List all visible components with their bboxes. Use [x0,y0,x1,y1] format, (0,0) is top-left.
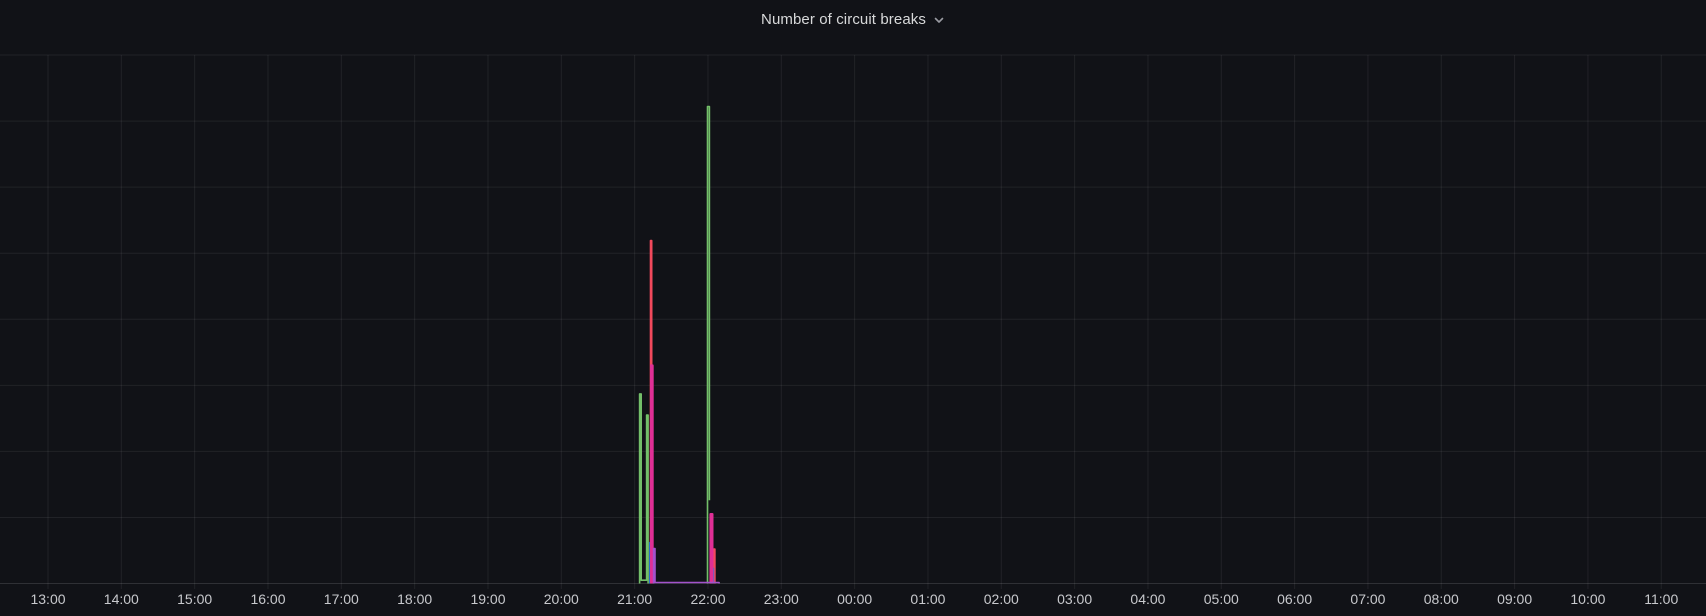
series-pink-line [651,366,653,584]
series-purple-line [654,549,720,584]
chevron-down-icon [933,14,945,26]
series-layer [640,107,720,584]
grafana-panel: Number of circuit breaks 13:0014:0015:00… [0,0,1706,616]
series-pink-line [711,514,713,583]
grid-layer [0,55,1706,589]
panel-header: Number of circuit breaks [0,0,1706,38]
panel-title: Number of circuit breaks [761,11,926,28]
series-green-line [640,394,649,584]
panel-title-menu-button[interactable]: Number of circuit breaks [755,9,951,30]
time-series-chart[interactable] [0,0,1706,616]
